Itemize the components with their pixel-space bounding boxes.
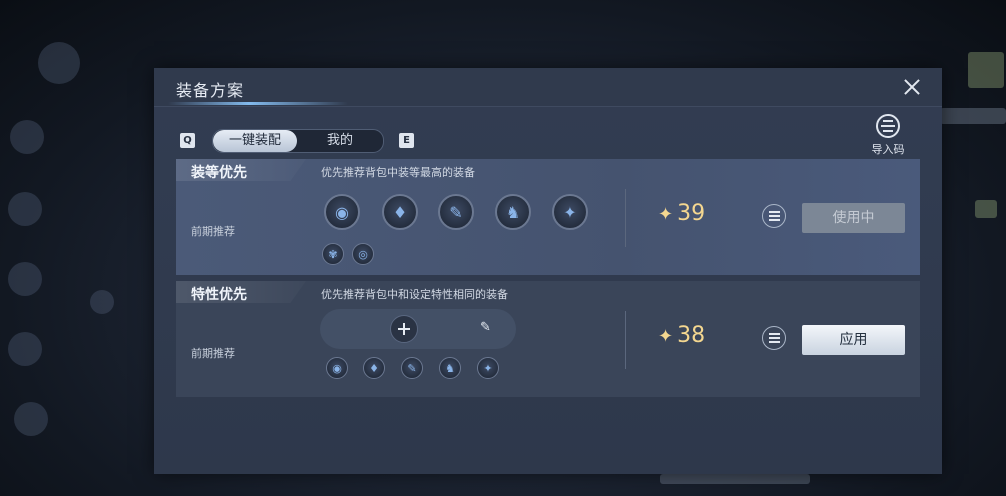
key-hint-e: E [399,133,414,148]
boots-icon[interactable]: ♞ [439,357,461,379]
plan-name: 特性优先 [191,287,247,303]
bracer-icon[interactable]: ✎ [401,357,423,379]
cloak-icon[interactable]: ♦ [363,357,385,379]
boots-icon[interactable]: ♞ [495,194,531,230]
swirl-icon[interactable]: ◎ [352,243,374,265]
mask-icon[interactable]: ◉ [324,194,360,230]
trait-slot: ✎ [320,309,516,349]
cloak-icon[interactable]: ♦ [382,194,418,230]
background-hud-icon [8,332,42,366]
score: ✦ 38 [658,323,705,348]
plan-card-trait-priority[interactable]: 特性优先 优先推荐背包中和设定特性相同的装备 前期推荐 ✎ ◉ ♦ ✎ ♞ ✦ … [176,281,920,397]
add-trait-button[interactable] [390,315,418,343]
background-hud-bar [940,108,1006,124]
key-hint-q: Q [180,133,195,148]
bracer-icon[interactable]: ✎ [438,194,474,230]
details-list-button[interactable] [762,204,786,228]
divider [625,311,626,369]
plan-description: 优先推荐背包中和设定特性相同的装备 [321,288,508,301]
background-hud-icon [90,290,114,314]
dress-icon[interactable]: ✦ [477,357,499,379]
score-value: 39 [677,201,706,226]
dialog-header: 装备方案 [154,68,942,107]
star-icon: ✦ [658,326,674,347]
dress-icon[interactable]: ✦ [552,194,588,230]
background-hud-icon [8,192,42,226]
background-hud-bar [968,52,1004,88]
background-hud-bar [660,474,810,484]
edit-icon[interactable]: ✎ [480,320,491,335]
tab-group: 一键装配 我的 [212,129,384,153]
emblem-icon[interactable]: ✾ [322,243,344,265]
star-icon: ✦ [658,204,674,225]
background-hud-bar [975,200,997,218]
title-glow [168,102,348,105]
details-list-button[interactable] [762,326,786,350]
background-hud-icon [14,402,48,436]
background-hud-icon [8,262,42,296]
import-code-label: 导入码 [871,143,905,156]
close-button[interactable] [902,77,922,97]
dialog-title: 装备方案 [176,81,245,100]
in-use-button[interactable]: 使用中 [802,203,905,233]
scan-icon [876,114,900,138]
plan-description: 优先推荐背包中装等最高的装备 [321,166,475,179]
plan-name: 装等优先 [191,165,247,181]
apply-button[interactable]: 应用 [802,325,905,355]
plan-card-level-priority[interactable]: 装等优先 优先推荐背包中装等最高的装备 前期推荐 ◉ ♦ ✎ ♞ ✦ ✾ ◎ ✦… [176,159,920,275]
equipment-plan-dialog: 装备方案 Q 一键装配 我的 E 导入码 装等优先 优先推荐背包中装等最高的装备… [154,68,942,474]
plan-sub-label: 前期推荐 [191,225,235,238]
tab-mine[interactable]: 我的 [301,130,379,152]
tab-one-click-equip[interactable]: 一键装配 [213,130,297,152]
background-hud-icon [38,42,80,84]
plan-sub-label: 前期推荐 [191,347,235,360]
score: ✦ 39 [658,201,705,226]
import-code-button[interactable]: 导入码 [862,114,914,157]
mask-icon[interactable]: ◉ [326,357,348,379]
background-hud-icon [10,120,44,154]
score-value: 38 [677,323,706,348]
divider [625,189,626,247]
